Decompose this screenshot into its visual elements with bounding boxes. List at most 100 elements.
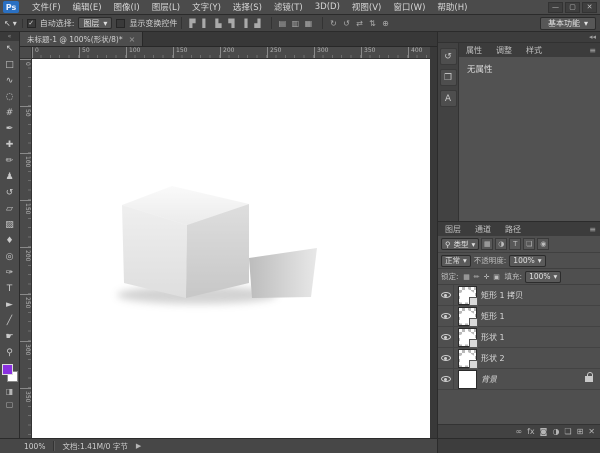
menu-item[interactable]: 图像(I): [108, 1, 146, 13]
collapsed-panel-icon[interactable]: A: [440, 90, 457, 107]
layer-thumbnail[interactable]: [459, 350, 476, 367]
panel-tab[interactable]: 图层: [438, 223, 468, 236]
panel-menu-icon[interactable]: ≡: [589, 46, 600, 55]
lock-option-icon[interactable]: ▣: [492, 271, 502, 282]
menu-item[interactable]: 文件(F): [26, 1, 67, 13]
tool-lasso[interactable]: ∿: [1, 73, 19, 89]
foreground-color-swatch[interactable]: [2, 364, 13, 375]
blend-mode-dropdown[interactable]: 正常 ▾: [441, 255, 471, 267]
tool-zoom[interactable]: ⚲: [1, 345, 19, 361]
menu-item[interactable]: 滤镜(T): [268, 1, 309, 13]
align-icon[interactable]: ▜: [225, 17, 237, 29]
tool-shape[interactable]: ╱: [1, 313, 19, 329]
collapsed-panel-icon[interactable]: ↺: [440, 48, 457, 65]
tool-quick-select[interactable]: ◌: [1, 89, 19, 105]
tool-pen[interactable]: ✑: [1, 265, 19, 281]
menu-item[interactable]: 文字(Y): [186, 1, 227, 13]
tool-path-select[interactable]: ►: [1, 297, 19, 313]
workspace-switcher-button[interactable]: 基本功能 ▾: [540, 17, 596, 30]
layers-action-icon[interactable]: ✕: [588, 428, 595, 436]
document-tab[interactable]: 未标题-1 @ 100%(形状/8)* ×: [20, 32, 143, 46]
fill-dropdown[interactable]: 100% ▾: [525, 271, 561, 283]
tool-marquee[interactable]: □: [1, 57, 19, 73]
layer-filter-icon[interactable]: ❏: [523, 238, 535, 250]
layers-action-icon[interactable]: ∞: [515, 428, 522, 436]
auto-select-checkbox[interactable]: ✓: [27, 19, 36, 28]
menu-item[interactable]: 窗口(W): [387, 1, 431, 13]
menu-item[interactable]: 帮助(H): [431, 1, 473, 13]
panel-tab[interactable]: 属性: [459, 44, 489, 57]
screen-mode-button[interactable]: ▢: [2, 398, 18, 411]
tool-preset-picker[interactable]: ↖ ▾: [4, 19, 23, 28]
menu-item[interactable]: 选择(S): [227, 1, 268, 13]
opacity-dropdown[interactable]: 100% ▾: [509, 255, 545, 267]
menu-item[interactable]: 编辑(E): [67, 1, 108, 13]
layer-filter-icon[interactable]: T: [509, 238, 521, 250]
tool-gradient[interactable]: ▨: [1, 217, 19, 233]
layer-thumbnail[interactable]: [459, 371, 476, 388]
zoom-level-field[interactable]: 100%: [24, 442, 45, 451]
visibility-toggle[interactable]: [438, 369, 454, 389]
vertical-ruler[interactable]: 050100150200250300350: [20, 59, 32, 438]
panel-tab[interactable]: 调整: [489, 44, 519, 57]
align-icon[interactable]: ▐: [238, 17, 250, 29]
tool-crop[interactable]: #: [1, 105, 19, 121]
threed-mode-icon[interactable]: ⇄: [353, 17, 365, 29]
visibility-toggle[interactable]: [438, 285, 454, 305]
visibility-toggle[interactable]: [438, 306, 454, 326]
layer-thumbnail[interactable]: [459, 308, 476, 325]
tool-clone-stamp[interactable]: ♟: [1, 169, 19, 185]
align-icon[interactable]: ▌: [199, 17, 211, 29]
tool-blur[interactable]: ♦: [1, 233, 19, 249]
layers-action-icon[interactable]: ◑: [552, 428, 559, 436]
maximize-button[interactable]: ▢: [565, 2, 580, 13]
menu-item[interactable]: 视图(V): [346, 1, 387, 13]
layers-action-icon[interactable]: ⊞: [577, 428, 584, 436]
lock-option-icon[interactable]: ✛: [482, 271, 492, 282]
layer-filter-icon[interactable]: ◑: [495, 238, 507, 250]
panel-tab[interactable]: 样式: [519, 44, 549, 57]
layers-action-icon[interactable]: ❏: [564, 428, 571, 436]
lock-option-icon[interactable]: ▦: [462, 271, 472, 282]
align-icon[interactable]: ▙: [212, 17, 224, 29]
dock-collapse-button[interactable]: ◂◂: [438, 32, 600, 43]
threed-mode-icon[interactable]: ⇅: [366, 17, 378, 29]
tool-type[interactable]: T: [1, 281, 19, 297]
threed-mode-icon[interactable]: ↺: [340, 17, 352, 29]
distribute-icon[interactable]: ▥: [289, 17, 301, 29]
layer-filter-icon[interactable]: ◉: [537, 238, 549, 250]
visibility-toggle[interactable]: [438, 327, 454, 347]
menu-item[interactable]: 图层(L): [146, 1, 186, 13]
collapsed-panel-icon[interactable]: ❐: [440, 69, 457, 86]
panel-tab[interactable]: 路径: [498, 223, 528, 236]
layer-row-形状 1[interactable]: 形状 1: [438, 327, 600, 348]
canvas[interactable]: [32, 59, 430, 438]
distribute-icon[interactable]: ▤: [276, 17, 288, 29]
show-transform-checkbox[interactable]: [116, 19, 125, 28]
menu-item[interactable]: 3D(D): [309, 2, 346, 12]
auto-select-dropdown[interactable]: 图层 ▾: [78, 17, 112, 29]
tool-eraser[interactable]: ▱: [1, 201, 19, 217]
layer-filter-icon[interactable]: ▦: [481, 238, 493, 250]
layer-row-形状 2[interactable]: 形状 2: [438, 348, 600, 369]
toolbar-collapse-button[interactable]: «: [0, 32, 19, 41]
distribute-icon[interactable]: ▦: [302, 17, 314, 29]
layers-action-icon[interactable]: fx: [527, 428, 535, 436]
align-icon[interactable]: ▛: [186, 17, 198, 29]
tool-dodge[interactable]: ◎: [1, 249, 19, 265]
minimize-button[interactable]: —: [548, 2, 563, 13]
tool-history-brush[interactable]: ↺: [1, 185, 19, 201]
layer-row-矩形 1[interactable]: 矩形 1: [438, 306, 600, 327]
lock-option-icon[interactable]: ✏: [472, 271, 482, 282]
layer-thumbnail[interactable]: [459, 287, 476, 304]
status-options-arrow[interactable]: ▶: [136, 442, 141, 450]
quick-mask-button[interactable]: ◨: [2, 385, 18, 398]
layer-filter-dropdown[interactable]: ⚲ 类型 ▾: [441, 238, 479, 250]
tool-healing-brush[interactable]: ✚: [1, 137, 19, 153]
horizontal-ruler[interactable]: 050100150200250300350400: [32, 47, 430, 59]
tool-hand[interactable]: ☛: [1, 329, 19, 345]
align-icon[interactable]: ▟: [251, 17, 263, 29]
layers-action-icon[interactable]: ◙: [540, 428, 548, 436]
visibility-toggle[interactable]: [438, 348, 454, 368]
threed-mode-icon[interactable]: ↻: [327, 17, 339, 29]
